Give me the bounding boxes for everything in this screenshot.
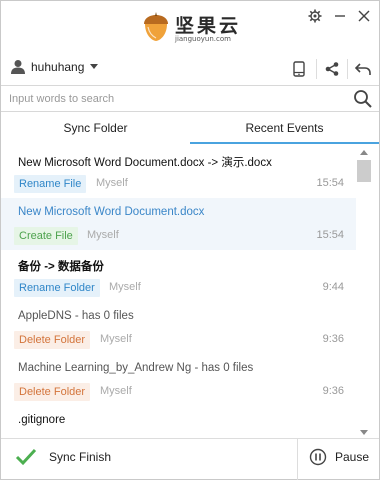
- action-badge: Create File: [14, 227, 78, 245]
- chevron-down-icon: [90, 64, 99, 69]
- nut-logo-icon: [144, 12, 168, 41]
- event-title: New Microsoft Word Document.docx: [18, 206, 205, 218]
- title-bar: 坚果云 jianguoyun.com: [1, 1, 379, 51]
- scroll-thumb[interactable]: [357, 160, 371, 182]
- action-badge: Rename Folder: [14, 279, 100, 297]
- user-avatar-icon: [11, 60, 25, 74]
- checkmark-icon: [15, 448, 37, 466]
- event-user: Myself: [100, 333, 132, 345]
- share-icon: [325, 62, 339, 76]
- logo-text: 坚果云: [175, 15, 242, 37]
- app-window: 坚果云 jianguoyun.com huhuhang Input words …: [0, 0, 380, 480]
- event-title: New Microsoft Word Document.docx -> 演示.d…: [18, 157, 272, 169]
- list-item[interactable]: New Microsoft Word Document.docx -> 演示.d…: [1, 146, 356, 198]
- list-item[interactable]: New Microsoft Word Document.docx Create …: [1, 198, 356, 250]
- minimize-button[interactable]: [331, 7, 349, 25]
- event-title: 备份 -> 数据备份: [18, 261, 104, 273]
- scroll-up-button[interactable]: [356, 146, 372, 158]
- event-time: 9:36: [322, 385, 344, 397]
- app-logo: 坚果云 jianguoyun.com: [141, 9, 271, 49]
- event-time: 15:54: [316, 229, 344, 241]
- pause-icon: [309, 448, 327, 466]
- list-scrollbar[interactable]: [356, 146, 372, 438]
- recent-events-list: New Microsoft Word Document.docx -> 演示.d…: [1, 146, 356, 438]
- toolbar-divider: [316, 59, 317, 79]
- status-footer: Sync Finish Pause: [1, 438, 379, 480]
- list-item[interactable]: AppleDNS - has 0 files Delete Folder Mys…: [1, 302, 356, 354]
- user-menu[interactable]: huhuhang: [11, 59, 99, 75]
- mobile-phone-icon: [293, 61, 305, 77]
- sync-status: Sync Finish: [15, 448, 111, 466]
- toolbar-divider: [347, 59, 348, 79]
- user-toolbar: huhuhang: [1, 51, 379, 85]
- event-user: Myself: [87, 229, 119, 241]
- event-time: 9:36: [322, 333, 344, 345]
- scroll-down-button[interactable]: [356, 426, 372, 438]
- event-title: .gitignore: [18, 414, 66, 426]
- search-input[interactable]: [9, 90, 349, 108]
- username: huhuhang: [31, 60, 85, 74]
- list-item[interactable]: Machine Learning_by_Andrew Ng - has 0 fi…: [1, 354, 356, 406]
- tab-bar: Sync Folder Recent Events: [1, 113, 379, 144]
- mobile-button[interactable]: [290, 60, 308, 78]
- settings-button[interactable]: [306, 7, 324, 25]
- action-badge: Delete Folder: [14, 331, 91, 349]
- scroll-up-arrow-icon: [360, 149, 368, 155]
- event-time: 9:44: [322, 281, 344, 293]
- undo-button[interactable]: [354, 60, 372, 78]
- event-title: Machine Learning_by_Andrew Ng - has 0 fi…: [18, 362, 254, 374]
- logo-domain: jianguoyun.com: [175, 35, 231, 43]
- share-button[interactable]: [323, 60, 341, 78]
- list-item[interactable]: 备份 -> 数据备份 Rename Folder Myself 9:44: [1, 250, 356, 302]
- tab-recent-events[interactable]: Recent Events: [190, 113, 379, 144]
- event-title: AppleDNS - has 0 files: [18, 310, 134, 322]
- event-user: Myself: [100, 385, 132, 397]
- search-bar: [1, 85, 379, 112]
- pause-button[interactable]: Pause: [309, 448, 369, 466]
- close-icon: [358, 10, 370, 22]
- footer-divider: [297, 439, 298, 480]
- scroll-down-arrow-icon: [360, 429, 368, 435]
- sync-status-text: Sync Finish: [49, 450, 112, 464]
- action-badge: Rename File: [14, 175, 87, 193]
- event-user: Myself: [109, 281, 141, 293]
- close-button[interactable]: [355, 7, 373, 25]
- event-user: Myself: [96, 177, 128, 189]
- tab-sync-folder[interactable]: Sync Folder: [1, 113, 190, 144]
- minimize-icon: [335, 15, 345, 17]
- pause-label: Pause: [335, 450, 370, 464]
- search-icon[interactable]: [353, 89, 373, 109]
- action-badge: Delete Folder: [14, 383, 91, 401]
- list-item[interactable]: .gitignore: [1, 406, 356, 438]
- gear-icon: [308, 9, 322, 23]
- undo-arrow-icon: [355, 63, 371, 75]
- event-time: 15:54: [316, 177, 344, 189]
